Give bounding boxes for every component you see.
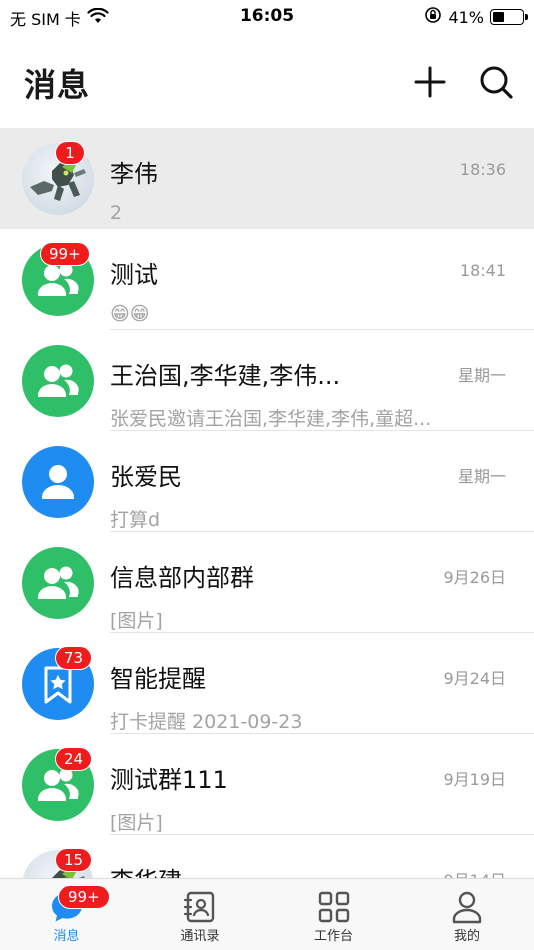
tab-unread-badge: 99+ <box>58 885 110 909</box>
avatar <box>22 547 94 619</box>
conversation-time: 9月26日 <box>443 568 506 587</box>
add-button[interactable] <box>410 62 450 102</box>
unread-badge: 99+ <box>40 242 90 266</box>
group-icon <box>38 364 79 397</box>
unread-badge: 1 <box>55 141 85 165</box>
conversation-row[interactable]: 张爱民 星期一打算d <box>0 431 534 532</box>
tab-label: 我的 <box>453 929 480 944</box>
page-title: 消息 <box>24 66 91 104</box>
avatar <box>22 446 94 518</box>
conversation-time: 18:36 <box>459 160 506 179</box>
conversation-time: 18:41 <box>459 261 506 280</box>
conversation-time: 9月14日 <box>443 867 506 878</box>
conversation-name: 张爱民 <box>110 463 182 491</box>
conversation-name: 李伟 <box>110 160 158 188</box>
conversation-name: 测试 <box>110 261 158 289</box>
conversation-preview: 打算d <box>110 509 161 531</box>
rotation-lock-icon <box>424 6 442 28</box>
conversation-name: 智能提醒 <box>110 665 206 693</box>
conversation-preview: 2 <box>110 202 123 224</box>
status-right: 41% <box>424 6 528 28</box>
user-icon <box>42 465 74 499</box>
battery-icon <box>490 9 528 25</box>
person-icon <box>449 889 485 925</box>
conversation-preview: 打卡提醒 2021-09-23 <box>110 711 303 733</box>
conversation-time: 9月19日 <box>443 770 506 789</box>
contacts-book-icon <box>182 889 218 925</box>
tab-bar: 消息 99+ 通讯录 工作台 我的 <box>0 878 534 950</box>
conversation-row[interactable]: 24 测试群111 9月19日 [图片] <box>0 734 534 835</box>
conversation-row[interactable]: 王治国,李华建,李伟... 星期一张爱民邀请王治国,李华建,李伟,童超... <box>0 330 534 431</box>
battery-percent: 41% <box>448 7 484 27</box>
tab-contacts[interactable]: 通讯录 <box>134 879 267 950</box>
conversation-row[interactable]: 1 李伟 18:36 2 <box>0 128 534 229</box>
conversation-time: 星期一 <box>457 467 506 486</box>
conversation-preview: 张爱民邀请王治国,李华建,李伟,童超... <box>110 408 432 430</box>
conversation-preview: [图片] <box>110 610 163 632</box>
grid-icon <box>316 889 352 925</box>
conversation-list[interactable]: 1 李伟 18:36 2 99+ 测试 18:41 😁😁 王治国,李华建,李伟... 星期一 张爱民… <box>0 128 534 878</box>
tab-me[interactable]: 我的 <box>401 879 534 950</box>
conversation-name: 测试群111 <box>110 766 228 794</box>
group-icon <box>38 566 79 599</box>
conversation-preview: [图片] <box>110 812 163 834</box>
conversation-row[interactable]: 信息部内部群 9月26日 [图片] <box>0 532 534 633</box>
conversation-time: 星期一 <box>457 366 506 385</box>
tab-workbench[interactable]: 工作台 <box>267 879 400 950</box>
unread-badge: 73 <box>55 646 93 670</box>
plus-icon <box>414 66 446 98</box>
conversation-name: 信息部内部群 <box>110 564 254 592</box>
tab-label: 工作台 <box>313 929 353 944</box>
conversation-time: 9月24日 <box>443 669 506 688</box>
conversation-row[interactable]: 99+ 测试 18:41 😁😁 <box>0 229 534 330</box>
search-icon <box>480 66 513 99</box>
tab-label: 通讯录 <box>180 929 220 944</box>
unread-badge: 24 <box>55 747 93 771</box>
battery-fill <box>493 12 505 22</box>
tab-label: 消息 <box>53 929 80 944</box>
tab-messages[interactable]: 消息 99+ <box>0 879 133 950</box>
status-bar: 无 SIM 卡 16:05 41% <box>0 0 534 32</box>
conversation-row[interactable]: 73 智能提醒 9月24日打卡提醒 2021-09-23 <box>0 633 534 734</box>
unread-badge: 15 <box>55 848 93 872</box>
conversation-name: 王治国,李华建,李伟... <box>110 362 341 390</box>
avatar <box>22 345 94 417</box>
search-button[interactable] <box>476 62 516 102</box>
page-header: 消息 <box>0 32 534 128</box>
conversation-name: 李华建 <box>110 861 182 878</box>
conversation-preview: 😁😁 <box>110 303 150 325</box>
conversation-row[interactable]: 15 李华建 9月14日 <box>0 835 534 878</box>
